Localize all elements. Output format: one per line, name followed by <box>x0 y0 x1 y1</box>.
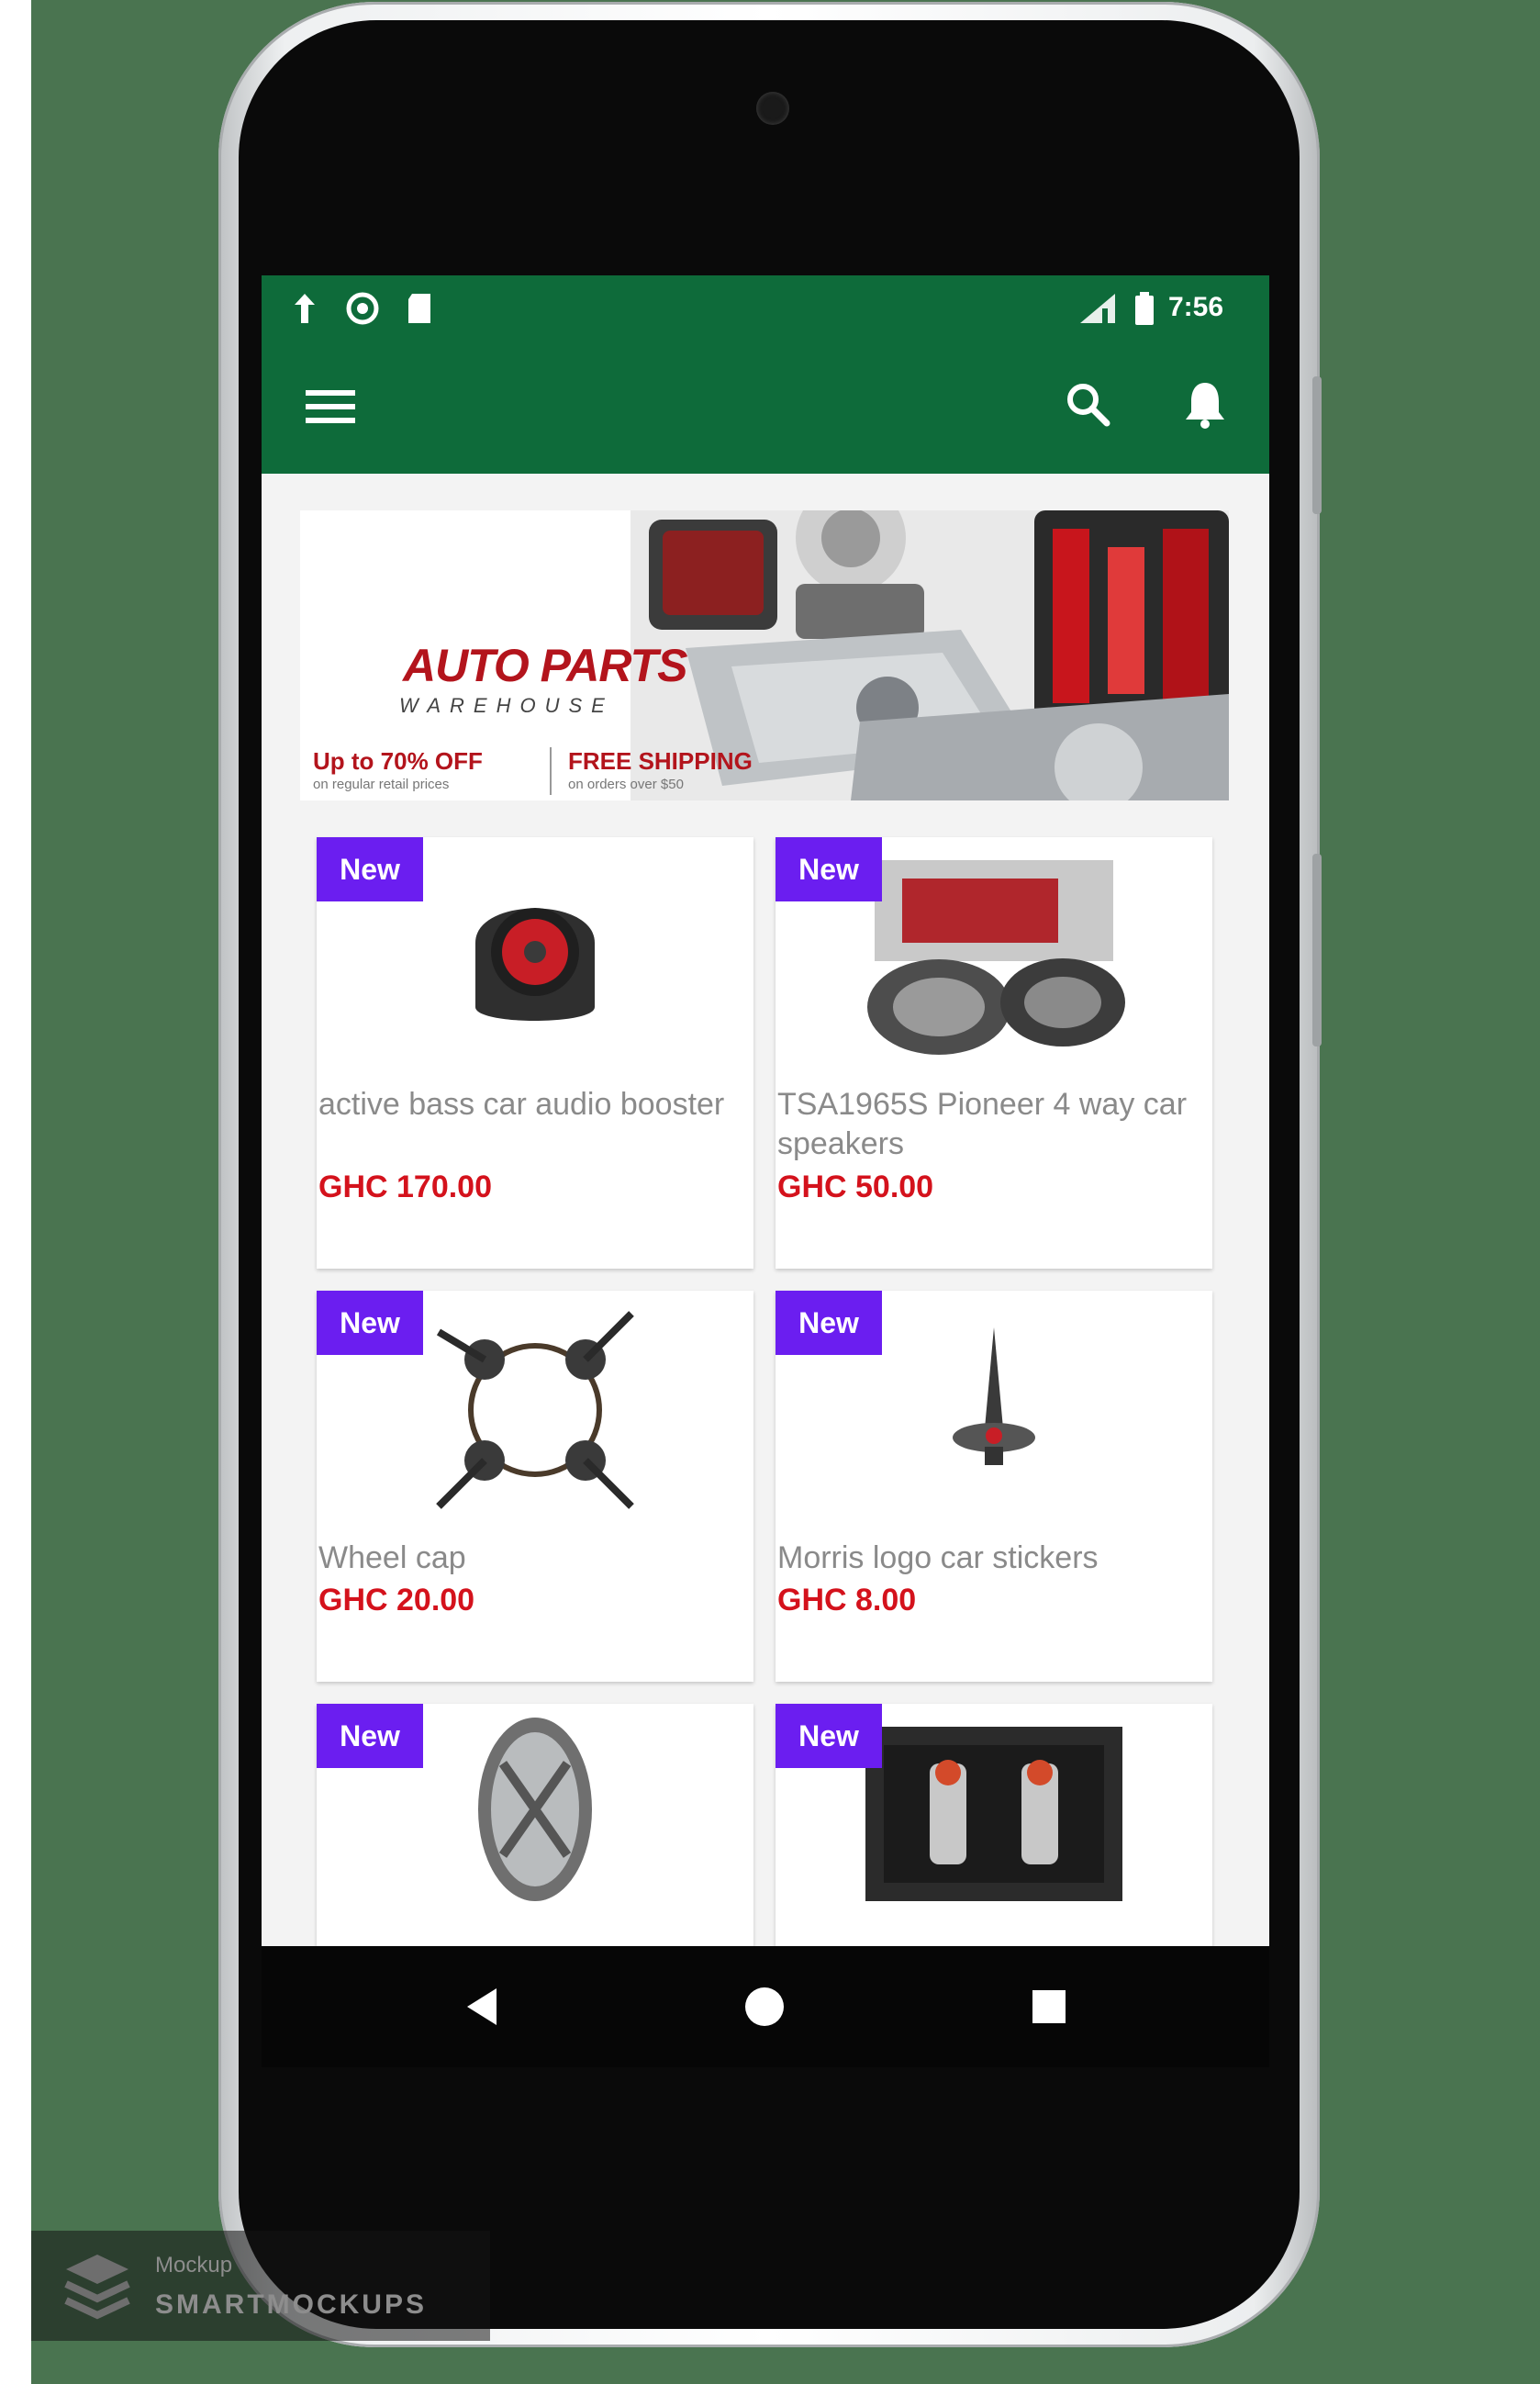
product-card[interactable]: New Morris logo car stickers GHC 8.00 <box>776 1291 1212 1682</box>
new-badge: New <box>776 837 882 901</box>
banner-divider <box>550 747 552 795</box>
new-badge: New <box>776 1704 882 1768</box>
watermark-line-2: SMARTMOCKUPS <box>155 2289 427 2320</box>
banner-shipping: FREE SHIPPING <box>568 747 753 775</box>
home-icon[interactable] <box>728 1970 801 2043</box>
side-button-volume <box>1312 376 1322 514</box>
product-name: active bass car audio booster <box>318 1087 725 1122</box>
status-bar: 7:56 <box>262 275 1269 340</box>
bell-icon[interactable] <box>1168 367 1242 441</box>
watermark-line-1: Mockup <box>155 2253 233 2278</box>
back-icon[interactable] <box>445 1970 519 2043</box>
product-card[interactable]: New <box>776 1704 1212 1946</box>
side-button-power <box>1312 854 1322 1046</box>
product-price: GHC 170.00 <box>318 1170 492 1204</box>
status-time: 7:56 <box>1168 292 1224 322</box>
product-price: GHC 8.00 <box>777 1583 917 1617</box>
banner-offer-note: on regular retail prices <box>313 777 450 792</box>
app-bar <box>262 340 1269 474</box>
new-badge: New <box>317 1291 423 1355</box>
product-name: Morris logo car stickers <box>777 1540 1099 1575</box>
search-icon[interactable] <box>1051 367 1124 441</box>
product-card[interactable]: New active bass car audio booster GHC 17… <box>317 837 753 1269</box>
new-badge: New <box>317 1704 423 1768</box>
product-name: Wheel cap <box>318 1540 466 1575</box>
product-card[interactable]: New Wheel cap GHC 20.00 <box>317 1291 753 1682</box>
system-nav-bar <box>262 1946 1269 2067</box>
banner-offer: Up to 70% OFF <box>313 747 483 775</box>
menu-icon[interactable] <box>294 370 367 443</box>
banner-shipping-note: on orders over $50 <box>568 777 684 792</box>
signal-icon <box>1078 292 1119 323</box>
layers-icon <box>64 2255 130 2320</box>
left-edge-strip <box>0 0 31 2384</box>
battery-icon <box>1133 292 1155 325</box>
banner-title: AUTO PARTS <box>403 640 687 691</box>
product-name: TSA1965S Pioneer 4 way car speakers <box>777 1087 1188 1161</box>
app-screen: 7:56 AUTO PARTS WAREHOUSE Up to 70% OFF … <box>262 275 1269 2067</box>
recents-icon[interactable] <box>1012 1970 1086 2043</box>
front-camera <box>756 92 789 125</box>
new-badge: New <box>317 837 423 901</box>
product-price: GHC 50.00 <box>777 1170 934 1204</box>
sd-card-icon <box>405 292 434 323</box>
circle-status-icon <box>344 292 381 325</box>
product-price: GHC 20.00 <box>318 1583 475 1617</box>
promo-banner[interactable]: AUTO PARTS WAREHOUSE Up to 70% OFF on re… <box>300 510 1229 800</box>
upload-icon <box>293 292 317 323</box>
product-feed: AUTO PARTS WAREHOUSE Up to 70% OFF on re… <box>262 474 1269 1946</box>
product-card[interactable]: New TSA1965S Pioneer 4 way car speakers … <box>776 837 1212 1269</box>
watermark: Mockup SMARTMOCKUPS <box>31 2231 490 2341</box>
product-card[interactable]: New <box>317 1704 753 1946</box>
new-badge: New <box>776 1291 882 1355</box>
banner-subtitle: WAREHOUSE <box>399 694 614 717</box>
